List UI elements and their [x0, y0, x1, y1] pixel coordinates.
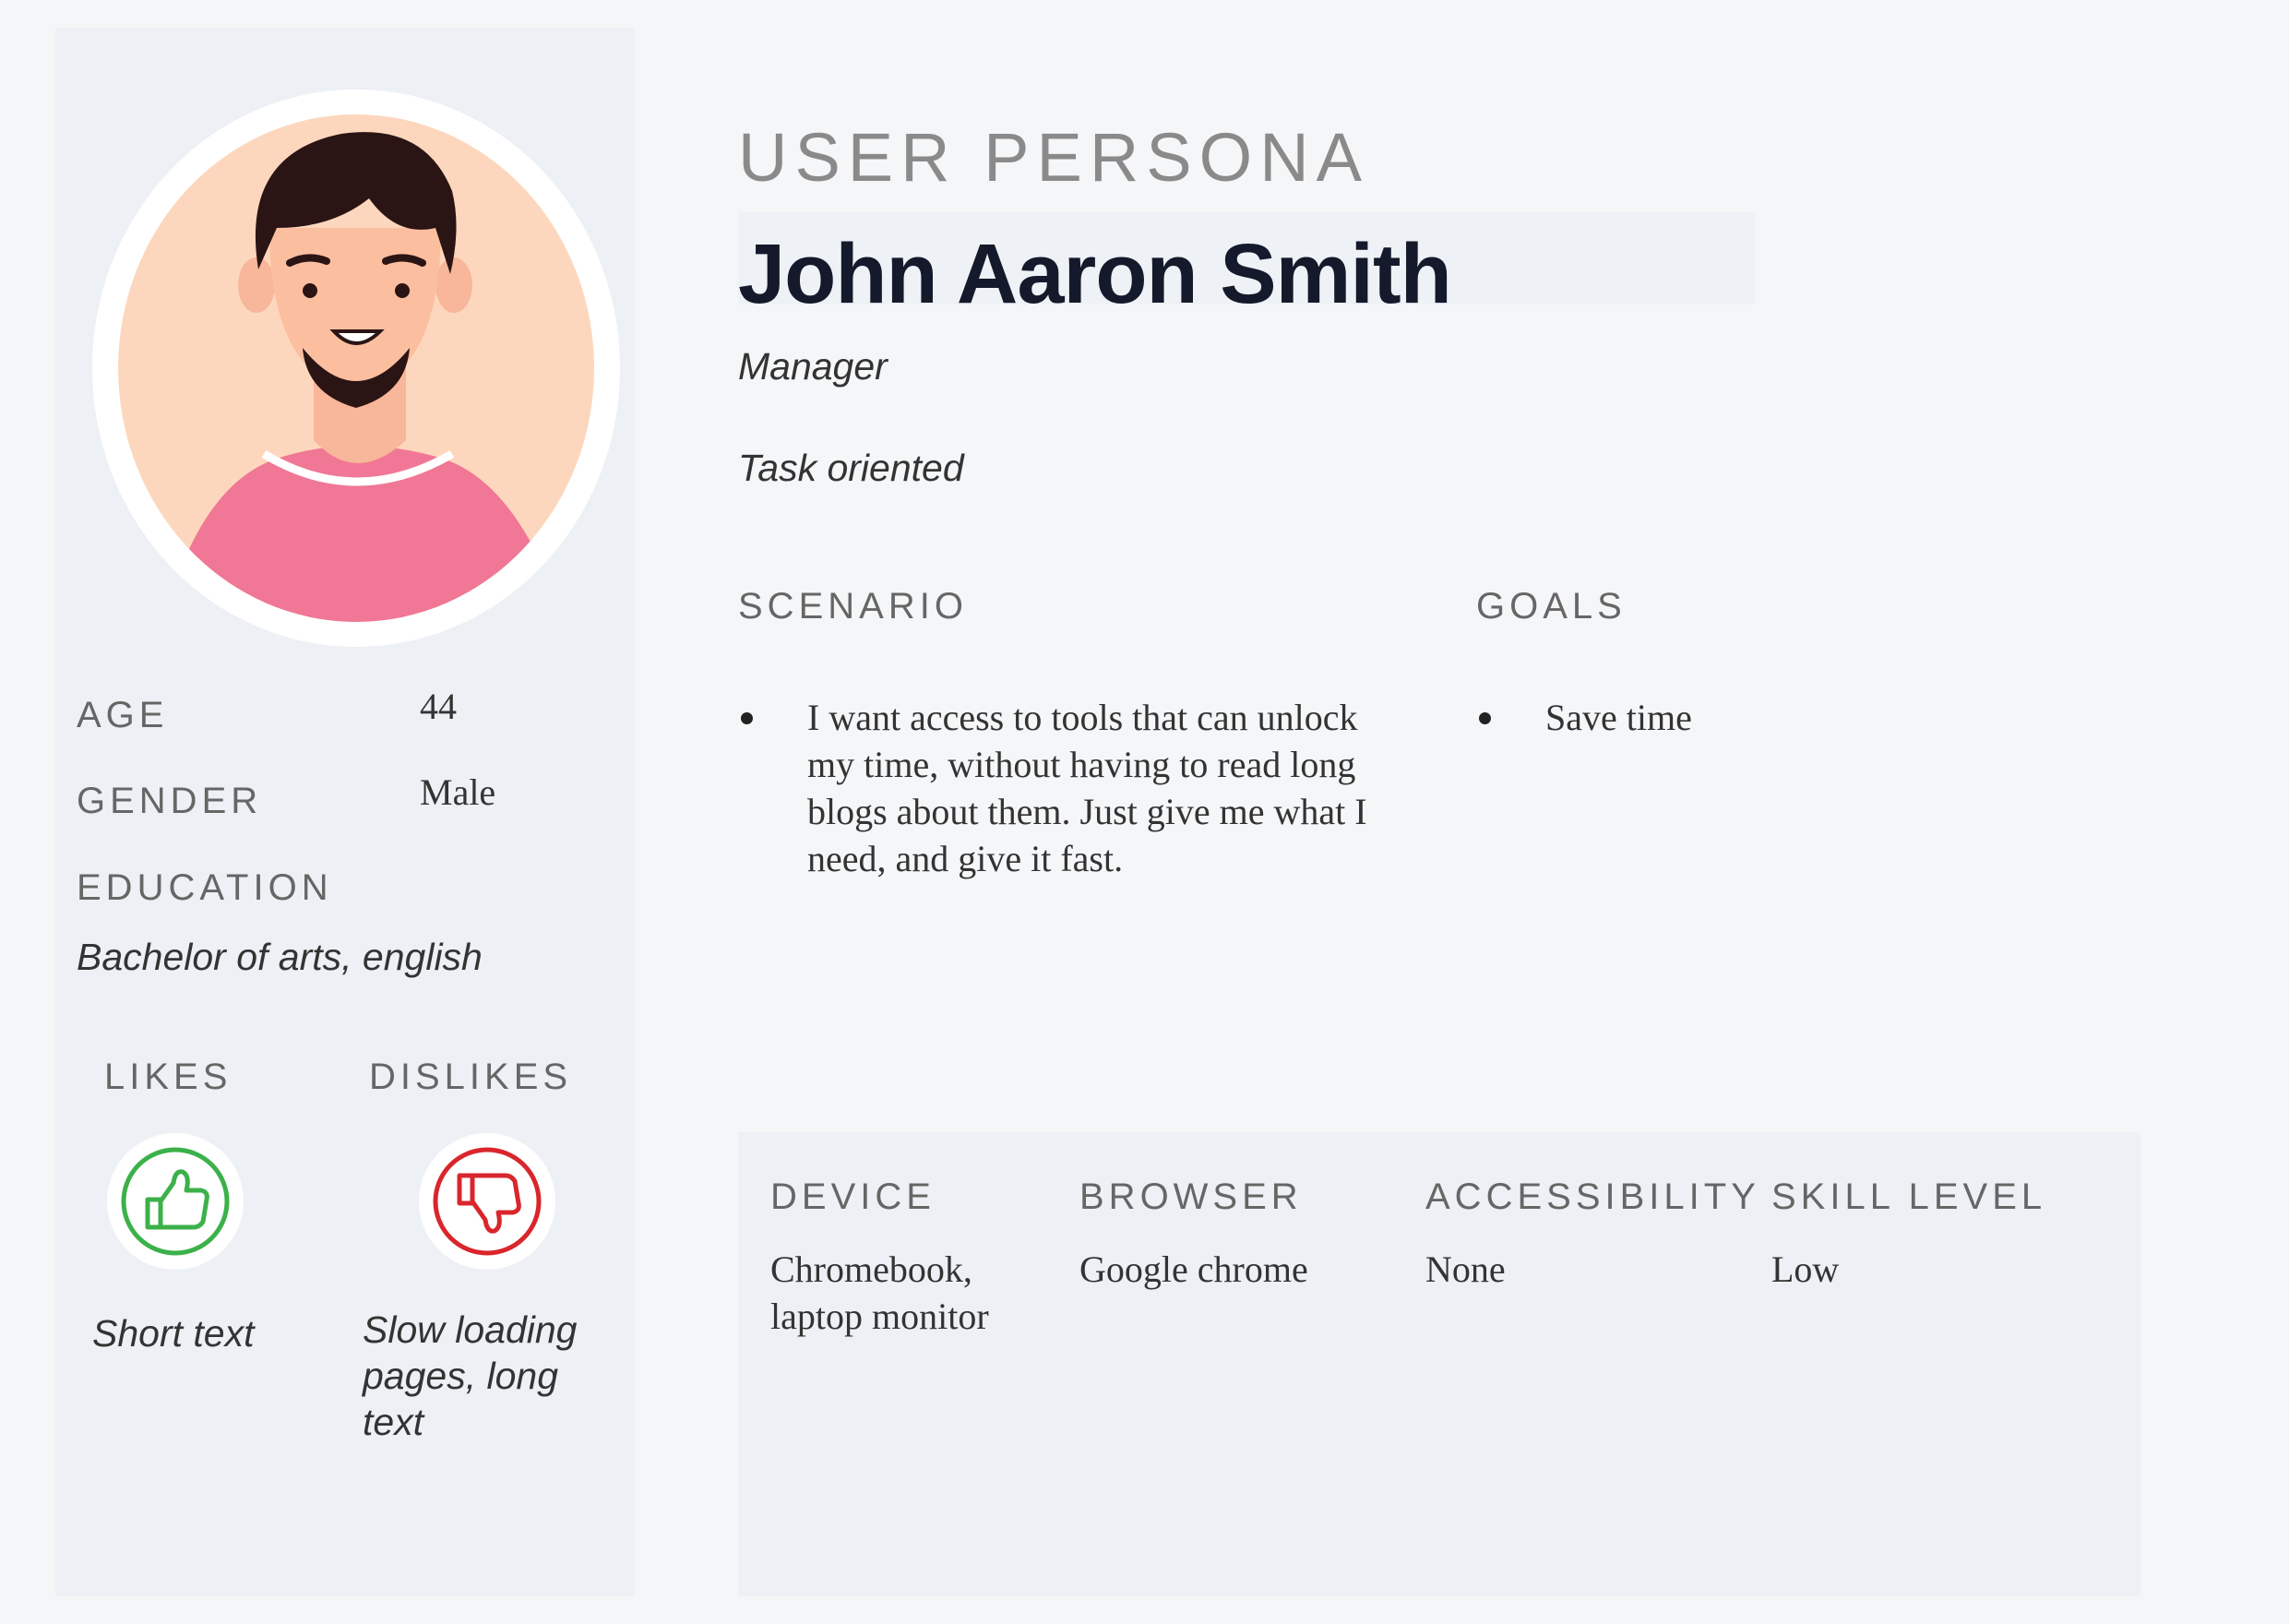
likes-value: Short text	[92, 1312, 255, 1355]
goals-bullet	[1479, 712, 1491, 724]
dislikes-line: Slow loading	[363, 1308, 578, 1351]
page-eyebrow: USER PERSONA	[738, 119, 1370, 196]
browser-label: BROWSER	[1079, 1176, 1303, 1217]
man-avatar-illustration	[92, 90, 620, 647]
dislikes-badge	[419, 1133, 555, 1270]
dislikes-line: pages, long	[363, 1355, 559, 1397]
gender-label: GENDER	[77, 781, 263, 821]
thumbs-down-icon	[433, 1147, 542, 1256]
age-label: AGE	[77, 695, 169, 735]
skill-level-label: SKILL LEVEL	[1771, 1176, 2047, 1217]
gender-value: Male	[420, 771, 496, 813]
persona-role: Manager	[738, 345, 888, 388]
age-value: 44	[420, 686, 457, 727]
education-value: Bachelor of arts, english	[77, 936, 483, 978]
dislikes-line: text	[363, 1401, 424, 1443]
dislikes-label: DISLIKES	[369, 1057, 573, 1097]
scenario-line: I want access to tools that can unlock	[807, 697, 1358, 738]
scenario-label: SCENARIO	[738, 586, 968, 627]
likes-badge	[107, 1133, 244, 1270]
goals-label: GOALS	[1476, 586, 1627, 627]
accessibility-value: None	[1425, 1248, 1506, 1290]
scenario-text: I want access to tools that can unlock m…	[807, 694, 1367, 882]
browser-value: Google chrome	[1079, 1248, 1308, 1290]
device-value: Chromebook, laptop monitor	[770, 1246, 989, 1340]
device-line: laptop monitor	[770, 1296, 989, 1337]
scenario-line: my time, without having to read long	[807, 744, 1356, 785]
persona-trait: Task oriented	[738, 447, 964, 489]
scenario-line: blogs about them. Just give me what I	[807, 791, 1367, 832]
accessibility-label: ACCESSIBILITY	[1425, 1176, 1760, 1217]
skill-level-value: Low	[1771, 1248, 1840, 1290]
device-line: Chromebook,	[770, 1248, 972, 1290]
persona-name: John Aaron Smith	[738, 227, 1452, 321]
dislikes-value: Slow loading pages, long text	[363, 1307, 578, 1445]
scenario-line: need, and give it fast.	[807, 838, 1124, 879]
thumbs-up-icon	[121, 1147, 230, 1256]
device-label: DEVICE	[770, 1176, 936, 1217]
goal-item: Save time	[1545, 697, 1692, 738]
likes-label: LIKES	[104, 1057, 232, 1097]
avatar	[92, 90, 620, 647]
education-label: EDUCATION	[77, 867, 333, 908]
scenario-bullet	[741, 712, 753, 724]
